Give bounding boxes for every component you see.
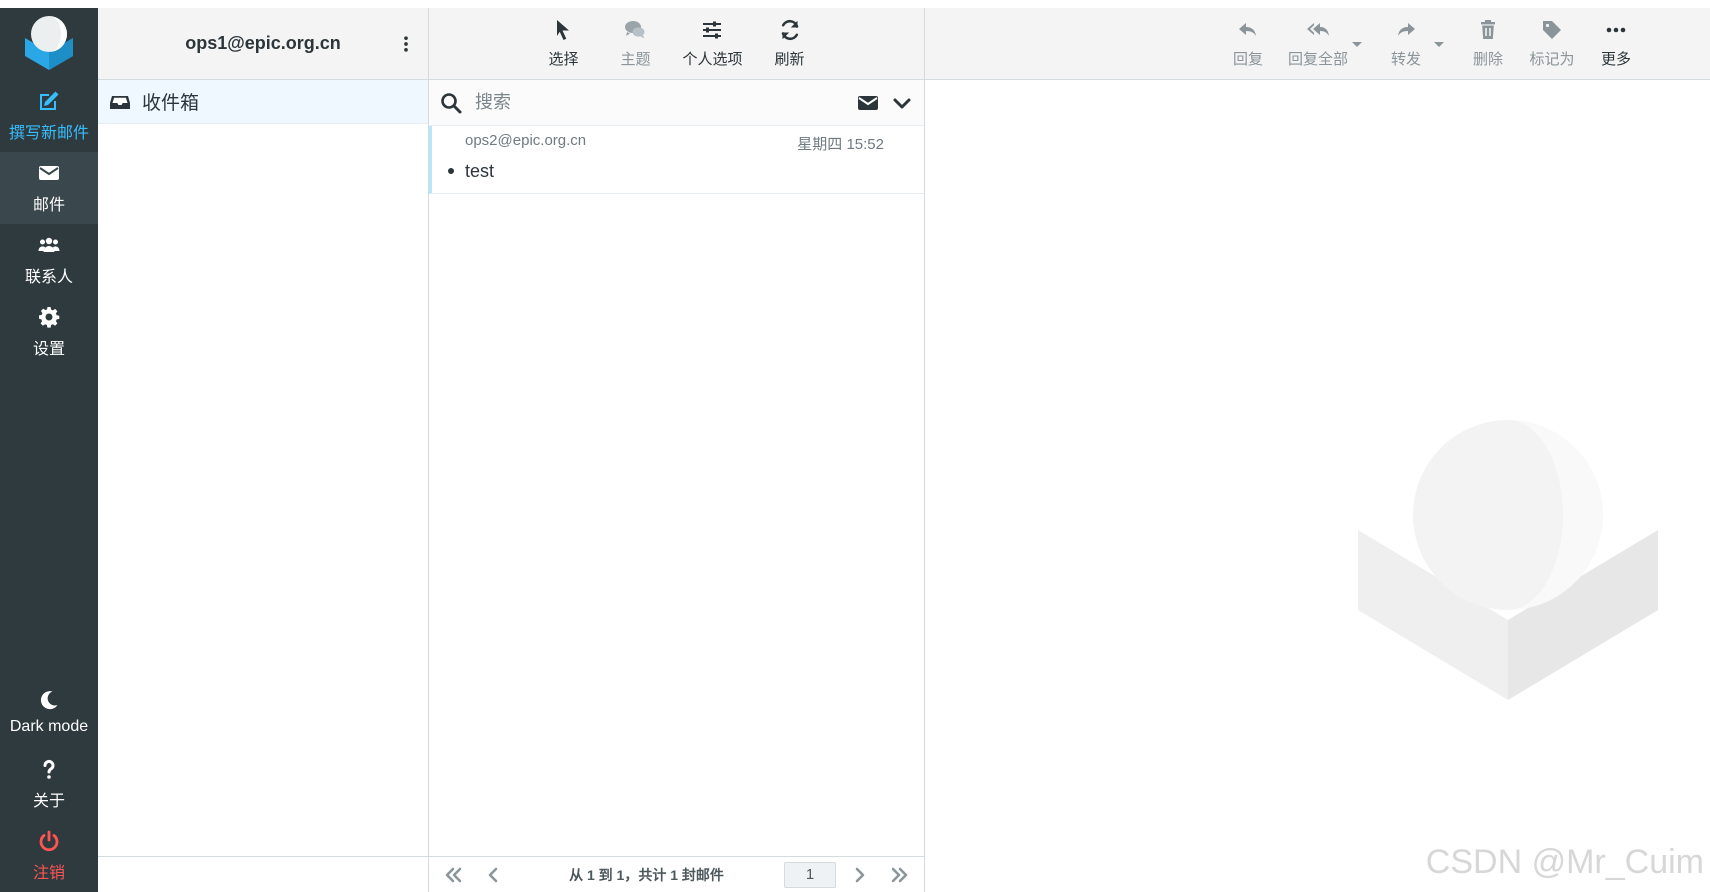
search-icon[interactable]: [439, 91, 463, 115]
pagination-bar: 从 1 到 1，共计 1 封邮件 1: [429, 856, 924, 892]
folders-panel: ops1@epic.org.cn 收件箱: [98, 8, 429, 892]
kebab-menu-icon: [396, 32, 416, 56]
chevron-right-icon: [848, 863, 872, 887]
nav-mail[interactable]: 邮件: [0, 152, 98, 224]
gear-icon: [37, 305, 61, 329]
unread-dot-icon: [448, 168, 454, 174]
nav-contacts[interactable]: 联系人: [0, 224, 98, 296]
sidebar: 撰写新邮件 邮件 联系人 设置 Dark mode 关于 注销: [0, 8, 98, 892]
next-page-button[interactable]: [844, 861, 876, 889]
list-options-label: 个人选项: [682, 51, 743, 68]
search-actions: [856, 91, 914, 115]
reply-button[interactable]: 回复: [1224, 18, 1272, 69]
select-label: 选择: [548, 51, 579, 68]
message-preview-panel: 回复 回复全部 转发 删除 标记为 更多 CSDN @Mr_Cuim: [925, 8, 1710, 892]
delete-button[interactable]: 删除: [1464, 18, 1512, 69]
folder-options-button[interactable]: [396, 29, 416, 59]
forward-icon: [1394, 18, 1418, 42]
more-label: 更多: [1600, 51, 1631, 68]
dark-mode-toggle[interactable]: Dark mode: [0, 676, 98, 748]
nav-settings-label: 设置: [32, 341, 65, 358]
compose-label: 撰写新邮件: [8, 125, 89, 142]
refresh-icon: [778, 18, 802, 42]
about-label: 关于: [32, 793, 65, 810]
search-bar: [429, 80, 924, 126]
logout-label: 注销: [32, 865, 65, 882]
app-logo[interactable]: [0, 8, 98, 80]
folders-footer: [98, 856, 428, 892]
logout-button[interactable]: 注销: [0, 820, 98, 892]
reply-icon: [1236, 18, 1260, 42]
nav-contacts-label: 联系人: [24, 269, 73, 286]
account-email: ops1@epic.org.cn: [185, 33, 341, 53]
message-list: ops2@epic.org.cn 星期四 15:52 test: [429, 126, 924, 856]
mark-label: 标记为: [1529, 51, 1575, 68]
pagination-summary: 从 1 到 1，共计 1 封邮件: [569, 866, 724, 883]
double-chevron-right-icon: [888, 863, 912, 887]
reply-all-label: 回复全部: [1287, 51, 1348, 68]
nav-mail-label: 邮件: [32, 197, 65, 214]
moon-icon: [37, 688, 61, 712]
search-input[interactable]: [473, 91, 846, 114]
message-date: 星期四 15:52: [797, 136, 884, 153]
chevron-left-icon: [481, 863, 505, 887]
folder-label-inbox: 收件箱: [142, 93, 200, 114]
select-button[interactable]: 选择: [538, 18, 588, 69]
reply-all-icon: [1306, 18, 1330, 42]
roundcube-watermark-icon: [1358, 420, 1658, 700]
list-options-button[interactable]: 个人选项: [682, 18, 743, 69]
prev-page-button[interactable]: [477, 861, 509, 889]
double-chevron-left-icon: [441, 863, 465, 887]
nav-settings[interactable]: 设置: [0, 296, 98, 368]
inbox-icon: [108, 90, 132, 114]
threads-button[interactable]: 主题: [610, 18, 660, 69]
refresh-button[interactable]: 刷新: [765, 18, 815, 69]
tag-icon: [1540, 18, 1564, 42]
folder-item-inbox[interactable]: 收件箱: [98, 80, 428, 124]
list-toolbar: 选择 主题 个人选项 刷新: [429, 8, 924, 80]
forward-button[interactable]: 转发: [1382, 18, 1444, 69]
preview-toolbar: 回复 回复全部 转发 删除 标记为 更多: [925, 8, 1710, 80]
cursor-icon: [551, 18, 575, 42]
roundcube-logo-icon: [25, 16, 73, 70]
comments-icon: [623, 18, 647, 42]
chevron-down-icon[interactable]: [890, 91, 914, 115]
envelope-filter-icon[interactable]: [856, 91, 880, 115]
refresh-label: 刷新: [774, 51, 805, 68]
question-icon: [37, 757, 61, 781]
delete-label: 删除: [1472, 51, 1503, 68]
first-page-button[interactable]: [437, 861, 469, 889]
trash-icon: [1476, 18, 1500, 42]
contacts-icon: [37, 233, 61, 257]
preview-body: CSDN @Mr_Cuim: [925, 80, 1710, 892]
about-button[interactable]: 关于: [0, 748, 98, 820]
compose-icon: [37, 89, 61, 113]
message-row[interactable]: ops2@epic.org.cn 星期四 15:52 test: [429, 126, 924, 194]
message-subject: test: [465, 161, 495, 181]
page-number-input[interactable]: 1: [784, 861, 836, 888]
last-page-button[interactable]: [884, 861, 916, 889]
envelope-icon: [37, 161, 61, 185]
sliders-icon: [700, 18, 724, 42]
forward-label: 转发: [1390, 51, 1421, 68]
compose-button[interactable]: 撰写新邮件: [0, 80, 98, 152]
mark-button[interactable]: 标记为: [1528, 18, 1576, 69]
reply-label: 回复: [1232, 51, 1263, 68]
ellipsis-icon: [1604, 18, 1628, 42]
csdn-watermark-text: CSDN @Mr_Cuim: [1425, 843, 1704, 881]
reply-all-dropdown-icon[interactable]: [1352, 42, 1362, 47]
mail-app: 撰写新邮件 邮件 联系人 设置 Dark mode 关于 注销 ops1@epi…: [0, 0, 1710, 892]
threads-label: 主题: [620, 51, 651, 68]
forward-dropdown-icon[interactable]: [1434, 42, 1444, 47]
more-button[interactable]: 更多: [1592, 18, 1640, 69]
dark-mode-label: Dark mode: [9, 718, 89, 735]
power-icon: [37, 829, 61, 853]
message-list-panel: 选择 主题 个人选项 刷新 搜索 ops2@epic.org.cn 星期四 15…: [429, 8, 925, 892]
reply-all-button[interactable]: 回复全部: [1287, 18, 1362, 69]
account-header: ops1@epic.org.cn: [98, 8, 428, 80]
